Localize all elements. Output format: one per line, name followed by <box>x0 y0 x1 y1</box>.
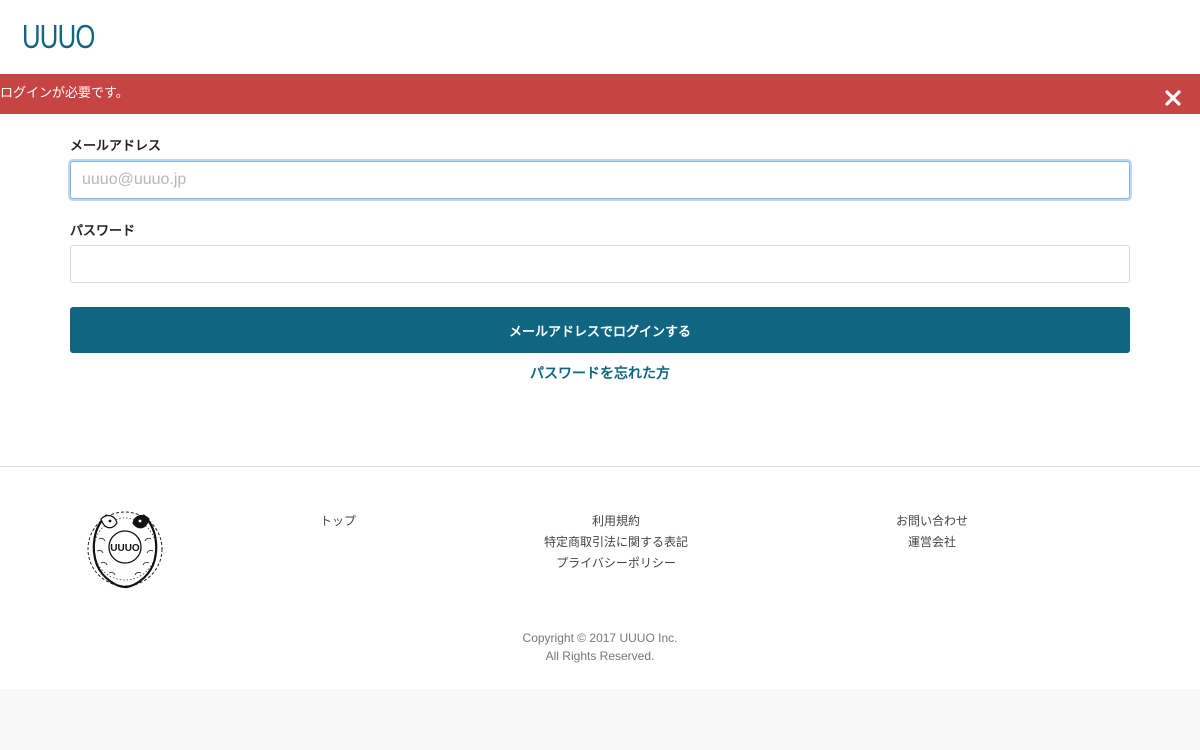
footer-column-3: お問い合わせ 運営会社 <box>802 511 1062 553</box>
page-bottom-band <box>0 689 1200 750</box>
email-field[interactable] <box>70 161 1130 199</box>
copyright-line-2: All Rights Reserved. <box>545 649 655 663</box>
footer-column-2: 利用規約 特定商取引法に関する表記 プライバシーポリシー <box>486 511 746 574</box>
copyright: Copyright © 2017 UUUO Inc. All Rights Re… <box>0 629 1200 665</box>
site-footer: UUUO トップ 利用規約 特定商取引法に関する表記 プライバシーポリシー お問… <box>0 466 1200 689</box>
footer-link-top[interactable]: トップ <box>208 511 468 532</box>
koi-emblem-icon: UUUO <box>87 511 163 589</box>
footer-link-commerce-law[interactable]: 特定商取引法に関する表記 <box>486 532 746 553</box>
site-logo[interactable]: UUUO <box>22 20 95 54</box>
password-label: パスワード <box>70 224 136 239</box>
login-page: UUUO ログインが必要です。 メールアドレス パスワード メールアドレスでログ… <box>0 0 1200 750</box>
forgot-password-link[interactable]: パスワードを忘れた方 <box>0 363 1200 383</box>
footer-link-privacy[interactable]: プライバシーポリシー <box>486 553 746 574</box>
footer-link-company[interactable]: 運営会社 <box>802 532 1062 553</box>
site-header: UUUO <box>0 0 1200 74</box>
copyright-line-1: Copyright © 2017 UUUO Inc. <box>522 631 678 645</box>
login-form: メールアドレス パスワード メールアドレスでログインする パスワードを忘れた方 <box>0 114 1200 466</box>
footer-link-contact[interactable]: お問い合わせ <box>802 511 1062 532</box>
password-field[interactable] <box>70 245 1130 283</box>
alert-message: ログインが必要です。 <box>0 86 129 101</box>
emblem-text: UUUO <box>110 543 140 554</box>
footer-column-1: トップ <box>208 511 468 532</box>
login-required-alert: ログインが必要です。 <box>0 74 1200 114</box>
close-icon[interactable] <box>1163 88 1183 108</box>
email-login-button[interactable]: メールアドレスでログインする <box>70 307 1130 353</box>
email-label: メールアドレス <box>70 139 162 154</box>
footer-link-terms[interactable]: 利用規約 <box>486 511 746 532</box>
